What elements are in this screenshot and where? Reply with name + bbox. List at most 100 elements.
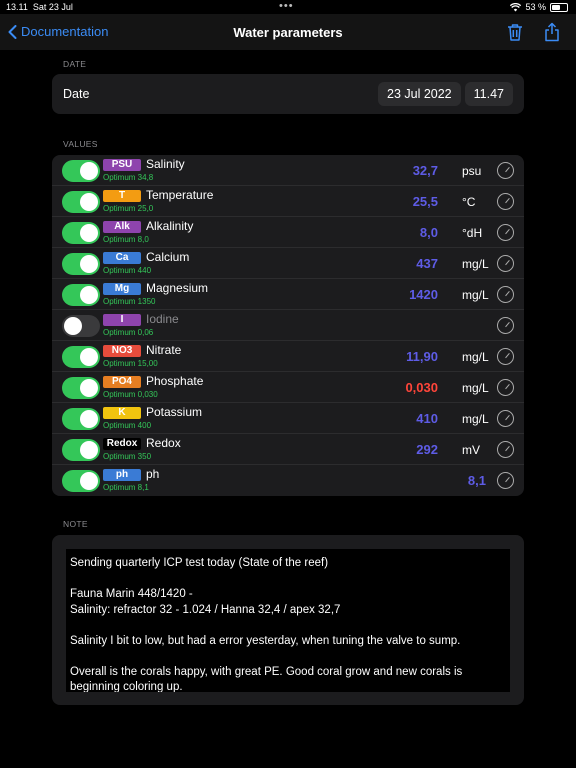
parameter-optimum: Optimum 1350	[103, 297, 156, 306]
parameter-toggle[interactable]	[62, 222, 100, 244]
note-line: Fauna Marin 448/1420 -	[70, 588, 193, 600]
parameter-row[interactable]: Alk Alkalinity Optimum 8,0 8,0 °dH	[52, 217, 524, 248]
parameter-row[interactable]: PSU Salinity Optimum 34,8 32,7 psu	[52, 155, 524, 186]
parameter-value: 0,030	[405, 380, 438, 395]
gauge-icon[interactable]	[497, 348, 514, 365]
parameter-toggle[interactable]	[62, 253, 100, 275]
parameter-badge: PO4	[103, 376, 141, 388]
parameter-badge: Alk	[103, 221, 141, 233]
parameter-toggle[interactable]	[62, 191, 100, 213]
parameter-row[interactable]: NO3 Nitrate Optimum 15,00 11,90 mg/L	[52, 341, 524, 372]
trash-icon	[508, 24, 522, 41]
wifi-icon	[510, 2, 522, 11]
parameter-value: 410	[416, 411, 438, 426]
note-card: Sending quarterly ICP test today (State …	[52, 535, 524, 705]
parameter-toggle[interactable]	[62, 346, 100, 368]
note-line: Salinity: refractor 32 - 1.024 / Hanna 3…	[70, 603, 341, 616]
gauge-icon[interactable]	[497, 255, 514, 272]
parameter-unit: psu	[462, 164, 482, 178]
gauge-icon[interactable]	[497, 317, 514, 334]
parameter-value: 11,90	[406, 349, 438, 364]
parameter-name: Redox	[146, 436, 181, 450]
parameter-toggle[interactable]	[62, 377, 100, 399]
parameter-row[interactable]: Redox Redox Optimum 350 292 mV	[52, 434, 524, 465]
parameter-toggle[interactable]	[62, 408, 100, 430]
values-section-header: VALUES	[63, 139, 98, 149]
parameter-row[interactable]: PO4 Phosphate Optimum 0,030 0,030 mg/L	[52, 372, 524, 403]
parameter-badge: Mg	[103, 283, 141, 295]
parameter-badge: Ca	[103, 252, 141, 264]
parameter-value: 8,1	[467, 473, 486, 488]
battery-icon	[550, 2, 568, 12]
multitasking-dots[interactable]: •••	[279, 0, 294, 12]
gauge-icon[interactable]	[497, 441, 514, 458]
note-line: Sending quarterly ICP test today (State …	[70, 557, 329, 569]
parameter-toggle[interactable]	[62, 470, 100, 492]
parameter-badge: I	[103, 314, 141, 326]
parameter-optimum: Optimum 0,06	[103, 328, 154, 337]
parameter-name: Nitrate	[146, 343, 182, 357]
parameter-name: Alkalinity	[146, 219, 194, 233]
date-section-header: DATE	[63, 59, 87, 69]
status-bar: 13.11 Sat 23 Jul ••• 53 %	[0, 0, 576, 14]
date-picker[interactable]: 23 Jul 2022	[378, 82, 461, 106]
date-card: Date 23 Jul 2022 11.47	[52, 74, 524, 114]
date-label: Date	[63, 87, 90, 101]
parameter-value: 8,0	[419, 225, 438, 240]
parameter-name: Magnesium	[146, 281, 209, 295]
parameter-name: Potassium	[146, 405, 203, 419]
note-text-area[interactable]: Sending quarterly ICP test today (State …	[66, 549, 510, 692]
parameter-name: Phosphate	[146, 374, 204, 388]
parameter-row[interactable]: Ca Calcium Optimum 440 437 mg/L	[52, 248, 524, 279]
parameter-unit: mg/L	[462, 257, 489, 271]
parameter-unit: °dH	[462, 226, 483, 240]
parameter-row[interactable]: T Temperature Optimum 25,0 25,5 °C	[52, 186, 524, 217]
parameter-value: 25,5	[412, 194, 438, 209]
gauge-icon[interactable]	[497, 410, 514, 427]
parameter-optimum: Optimum 400	[103, 421, 152, 430]
parameter-optimum: Optimum 15,00	[103, 359, 158, 368]
parameter-value: 437	[416, 256, 438, 271]
parameter-value: 292	[416, 442, 438, 457]
parameter-badge: ph	[103, 469, 141, 481]
parameter-toggle[interactable]	[62, 439, 100, 461]
parameter-unit: °C	[462, 195, 476, 209]
status-time: 13.11 Sat 23 Jul	[6, 2, 73, 12]
gauge-icon[interactable]	[497, 472, 514, 489]
parameter-row[interactable]: Mg Magnesium Optimum 1350 1420 mg/L	[52, 279, 524, 310]
parameter-toggle[interactable]	[62, 284, 100, 306]
parameter-row[interactable]: I Iodine Optimum 0,06	[52, 310, 524, 341]
parameter-optimum: Optimum 350	[103, 452, 152, 461]
parameter-unit: mg/L	[462, 350, 489, 364]
parameter-row[interactable]: K Potassium Optimum 400 410 mg/L	[52, 403, 524, 434]
parameter-badge: NO3	[103, 345, 141, 357]
gauge-icon[interactable]	[497, 286, 514, 303]
parameter-name: Salinity	[146, 157, 185, 171]
share-icon	[545, 22, 559, 42]
gauge-icon[interactable]	[497, 193, 514, 210]
share-button[interactable]	[542, 22, 562, 42]
parameter-toggle[interactable]	[62, 160, 100, 182]
time-picker[interactable]: 11.47	[464, 82, 513, 106]
gauge-icon[interactable]	[497, 162, 514, 179]
parameter-toggle[interactable]	[62, 315, 100, 337]
parameter-unit: mV	[462, 443, 480, 457]
parameter-row[interactable]: ph ph Optimum 8,1 8,1	[52, 465, 524, 496]
parameter-badge: PSU	[103, 159, 141, 171]
parameter-value: 32,7	[412, 163, 438, 178]
note-section-header: NOTE	[63, 519, 88, 529]
parameter-unit: mg/L	[462, 412, 489, 426]
delete-button[interactable]	[505, 22, 525, 42]
parameter-name: Iodine	[146, 312, 179, 326]
parameter-name: ph	[146, 467, 160, 481]
page-title: Water parameters	[233, 25, 343, 40]
parameter-optimum: Optimum 0,030	[103, 390, 158, 399]
gauge-icon[interactable]	[497, 224, 514, 241]
parameter-badge: K	[103, 407, 141, 419]
note-line: Salinity I bit to low, but had a error y…	[70, 634, 461, 647]
parameter-badge: T	[103, 190, 141, 202]
gauge-icon[interactable]	[497, 379, 514, 396]
parameters-card: PSU Salinity Optimum 34,8 32,7 psu T Temperatu…	[52, 155, 524, 496]
parameter-optimum: Optimum 440	[103, 266, 152, 275]
parameter-unit: mg/L	[462, 381, 489, 395]
